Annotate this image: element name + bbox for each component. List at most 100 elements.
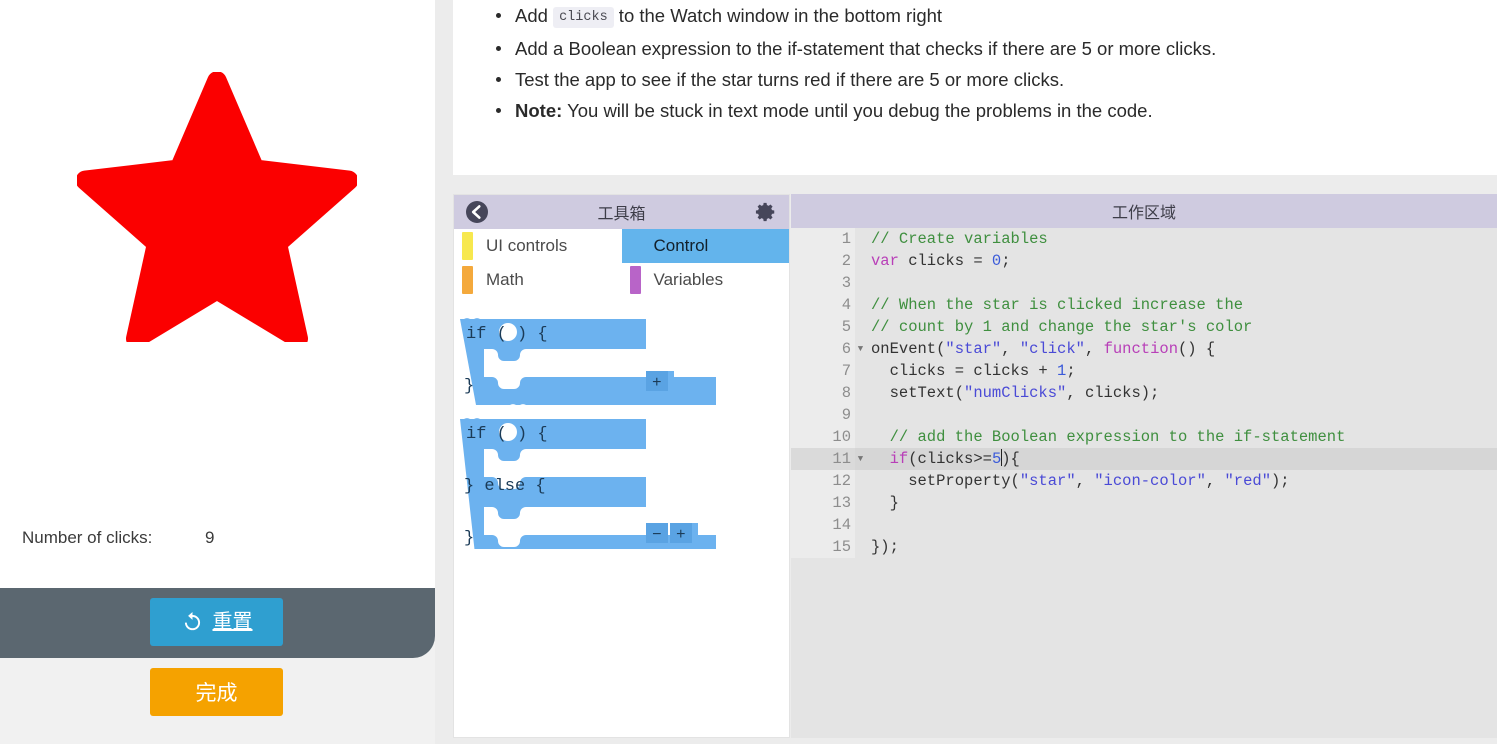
- line-number: 1: [791, 228, 855, 250]
- back-arrow-icon[interactable]: [465, 200, 489, 224]
- category-label: Math: [486, 270, 524, 289]
- code-token: "red": [1224, 472, 1271, 490]
- code-line[interactable]: 9: [791, 404, 1497, 426]
- category-variables[interactable]: Variables: [622, 263, 790, 297]
- code-text: clicks = clicks + 1;: [855, 360, 1497, 382]
- code-token: "star": [1019, 472, 1076, 490]
- code-token: });: [871, 538, 899, 556]
- category-color-swatch: [629, 266, 641, 294]
- clicks-label: Number of clicks:: [22, 528, 153, 547]
- code-token: () {: [1178, 340, 1216, 358]
- code-token: // add the Boolean expression to the if-…: [871, 428, 1346, 446]
- code-token: ,: [1084, 340, 1104, 358]
- code-line[interactable]: 3: [791, 272, 1497, 294]
- line-number: 2: [791, 250, 855, 272]
- category-math[interactable]: Math: [454, 263, 622, 297]
- code-token: if: [889, 450, 909, 468]
- category-ui-controls[interactable]: UI controls: [454, 229, 622, 263]
- toolbox-block-flyout: if ( ) { } + if ( ) { } else { } − +: [454, 297, 789, 737]
- category-color-swatch: [462, 266, 473, 294]
- code-token: ,: [1205, 472, 1225, 490]
- code-line[interactable]: 13 }: [791, 492, 1497, 514]
- code-token: "click": [1019, 340, 1085, 358]
- instruction-item: Add a Boolean expression to the if-state…: [496, 33, 1497, 64]
- code-line[interactable]: 2 var clicks = 0;: [791, 250, 1497, 272]
- code-token: function: [1103, 340, 1178, 358]
- code-text: // When the star is clicked increase the: [855, 294, 1497, 316]
- code-token: // Create variables: [871, 230, 1048, 248]
- code-token: setProperty(: [871, 472, 1020, 490]
- line-number: 5: [791, 316, 855, 338]
- if-else-block[interactable]: if ( ) { } else { } − +: [460, 418, 716, 549]
- code-text: // add the Boolean expression to the if-…: [855, 426, 1497, 448]
- svg-text:+: +: [676, 526, 686, 544]
- code-token: setText(: [871, 384, 965, 402]
- code-token: clicks = clicks +: [871, 362, 1058, 380]
- code-token: "icon-color": [1094, 472, 1206, 490]
- code-line[interactable]: 5 // count by 1 and change the star's col…: [791, 316, 1497, 338]
- line-number: 11 ▼: [791, 448, 863, 470]
- category-label: Variables: [653, 270, 724, 289]
- code-token: var: [871, 252, 899, 270]
- code-token: onEvent(: [871, 340, 946, 358]
- code-token: // When the star is clicked increase the: [871, 296, 1244, 314]
- code-token: }: [871, 494, 899, 512]
- code-token: (clicks>=: [908, 450, 992, 468]
- line-number: 7: [791, 360, 855, 382]
- instruction-item: Test the app to see if the star turns re…: [496, 64, 1497, 95]
- line-number: 9: [791, 404, 855, 426]
- code-token: ){: [1001, 450, 1020, 468]
- code-line[interactable]: 14: [791, 514, 1497, 536]
- code-token: clicks =: [898, 252, 992, 270]
- code-token: 0: [991, 252, 1002, 270]
- reset-label: 重置: [212, 611, 253, 633]
- block-list: if ( ) { } + if ( ) { } else { } − +: [460, 318, 716, 549]
- code-line[interactable]: 11 ▼ if(clicks>=5){: [791, 448, 1497, 470]
- code-line[interactable]: 12 setProperty("star", "icon-color", "re…: [791, 470, 1497, 492]
- code-line[interactable]: 6 ▼ onEvent("star", "click", function() {: [791, 338, 1497, 360]
- code-text: setText("numClicks", clicks);: [855, 382, 1497, 404]
- code-token: // count by 1 and change the star's colo…: [871, 318, 1253, 336]
- code-editor[interactable]: 1 // Create variables 2 var clicks = 0; 3 4 //…: [791, 228, 1497, 738]
- code-line[interactable]: 15});: [791, 536, 1497, 558]
- code-line[interactable]: 8 setText("numClicks", clicks);: [791, 382, 1497, 404]
- svg-text:if ( ) {: if ( ) {: [466, 425, 548, 444]
- svg-text:if ( ) {: if ( ) {: [466, 325, 548, 344]
- code-token: "star": [945, 340, 1002, 358]
- star-element[interactable]: [77, 72, 357, 342]
- code-line[interactable]: 7 clicks = clicks + 1;: [791, 360, 1497, 382]
- fold-toggle-icon[interactable]: ▼: [855, 338, 866, 360]
- line-number: 15: [791, 536, 855, 558]
- code-token: ;: [1066, 362, 1076, 380]
- line-number: 13: [791, 492, 855, 514]
- reset-button[interactable]: 重置: [150, 598, 283, 646]
- star-icon: [77, 72, 357, 342]
- gear-icon[interactable]: [755, 201, 777, 223]
- workspace-title: 工作区域: [1111, 205, 1176, 222]
- code-text: });: [855, 536, 1497, 558]
- svg-text:} else {: } else {: [464, 477, 546, 496]
- toolbox-header: 工具箱: [454, 195, 789, 229]
- instruction-text-prefix: Add: [515, 5, 554, 26]
- numClicks-value: 9: [205, 528, 215, 547]
- app-screen: Number of clicks: 9: [0, 0, 435, 588]
- category-control[interactable]: Control: [621, 229, 789, 263]
- code-line[interactable]: 10 // add the Boolean expression to the …: [791, 426, 1497, 448]
- code-line[interactable]: 1 // Create variables: [791, 228, 1497, 250]
- if-block[interactable]: if ( ) { } +: [460, 318, 716, 405]
- code-line[interactable]: 4 // When the star is clicked increase th…: [791, 294, 1497, 316]
- code-token: 1: [1057, 362, 1067, 380]
- svg-text:+: +: [652, 374, 662, 392]
- instruction-item: Add clicks to the Watch window in the bo…: [496, 0, 1497, 33]
- line-number: 4: [791, 294, 855, 316]
- finish-button[interactable]: 完成: [150, 668, 283, 716]
- instruction-text: Add a Boolean expression to the if-state…: [515, 38, 1217, 59]
- code-text: // count by 1 and change the star's colo…: [855, 316, 1497, 338]
- toolbox-panel: 工具箱 UI controls Control Math Variables i…: [453, 194, 790, 738]
- line-number: 3: [791, 272, 855, 294]
- code-token: ,: [1001, 340, 1020, 358]
- fold-toggle-icon[interactable]: ▼: [855, 448, 866, 470]
- inline-code-clicks: clicks: [553, 7, 614, 28]
- code-text: onEvent("star", "click", function() {: [855, 338, 1497, 360]
